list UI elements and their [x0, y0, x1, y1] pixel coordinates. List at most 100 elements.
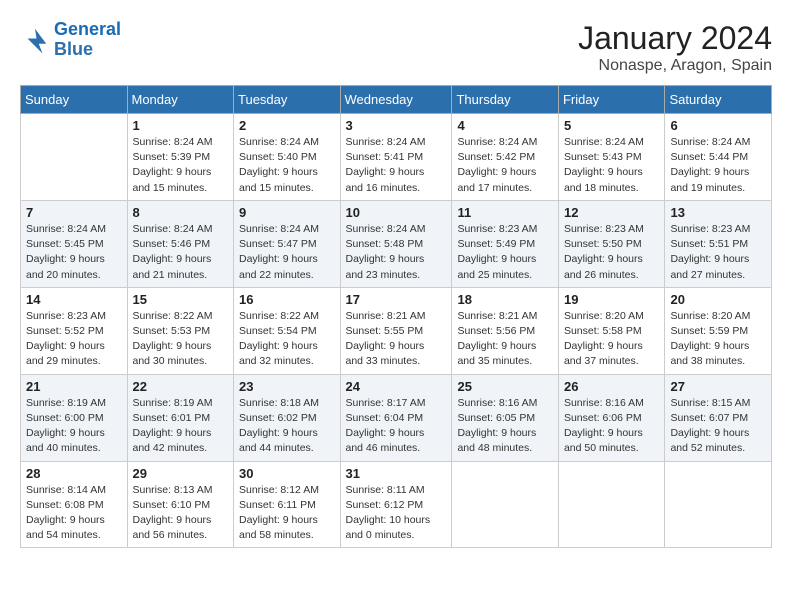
- calendar-cell-w4-d1: 29 Sunrise: 8:13 AMSunset: 6:10 PMDayligh…: [127, 461, 234, 548]
- day-detail: Sunrise: 8:15 AMSunset: 6:07 PMDaylight:…: [670, 396, 766, 457]
- calendar-cell-w3-d4: 25 Sunrise: 8:16 AMSunset: 6:05 PMDayligh…: [452, 374, 559, 461]
- logo: General Blue: [20, 20, 121, 60]
- calendar-cell-w4-d5: [558, 461, 665, 548]
- day-number: 16: [239, 292, 335, 307]
- calendar-cell-w0-d0: [21, 114, 128, 201]
- day-detail: Sunrise: 8:21 AMSunset: 5:56 PMDaylight:…: [457, 309, 553, 370]
- calendar-cell-w4-d6: [665, 461, 772, 548]
- day-number: 9: [239, 205, 335, 220]
- day-detail: Sunrise: 8:24 AMSunset: 5:40 PMDaylight:…: [239, 135, 335, 196]
- day-number: 14: [26, 292, 122, 307]
- calendar-cell-w2-d0: 14 Sunrise: 8:23 AMSunset: 5:52 PMDayligh…: [21, 287, 128, 374]
- calendar-week-3: 21Sunrise: 8:19 AMSunset: 6:00 PMDayligh…: [21, 374, 772, 461]
- logo-blue: Blue: [54, 39, 93, 59]
- calendar-cell-w2-d3: 17Sunrise: 8:21 AMSunset: 5:55 PMDayligh…: [340, 287, 452, 374]
- day-detail: Sunrise: 8:20 AMSunset: 5:59 PMDaylight:…: [670, 309, 766, 370]
- calendar-cell-w2-d1: 15 Sunrise: 8:22 AMSunset: 5:53 PMDayligh…: [127, 287, 234, 374]
- day-number: 31: [346, 466, 447, 481]
- day-detail: Sunrise: 8:18 AMSunset: 6:02 PMDaylight:…: [239, 396, 335, 457]
- col-monday: Monday: [127, 86, 234, 114]
- day-detail: Sunrise: 8:24 AMSunset: 5:43 PMDaylight:…: [564, 135, 660, 196]
- day-number: 6: [670, 118, 766, 133]
- title-block: January 2024 Nonaspe, Aragon, Spain: [578, 20, 772, 75]
- calendar-cell-w3-d3: 24Sunrise: 8:17 AMSunset: 6:04 PMDayligh…: [340, 374, 452, 461]
- day-detail: Sunrise: 8:24 AMSunset: 5:47 PMDaylight:…: [239, 222, 335, 283]
- day-detail: Sunrise: 8:11 AMSunset: 6:12 PMDaylight:…: [346, 483, 447, 544]
- day-number: 11: [457, 205, 553, 220]
- calendar-cell-w3-d2: 23 Sunrise: 8:18 AMSunset: 6:02 PMDayligh…: [234, 374, 341, 461]
- calendar-cell-w1-d5: 12Sunrise: 8:23 AMSunset: 5:50 PMDayligh…: [558, 200, 665, 287]
- col-tuesday: Tuesday: [234, 86, 341, 114]
- day-detail: Sunrise: 8:20 AMSunset: 5:58 PMDaylight:…: [564, 309, 660, 370]
- day-number: 19: [564, 292, 660, 307]
- day-detail: Sunrise: 8:23 AMSunset: 5:51 PMDaylight:…: [670, 222, 766, 283]
- logo-general: General: [54, 19, 121, 39]
- day-number: 2: [239, 118, 335, 133]
- calendar-cell-w3-d6: 27 Sunrise: 8:15 AMSunset: 6:07 PMDayligh…: [665, 374, 772, 461]
- day-detail: Sunrise: 8:24 AMSunset: 5:41 PMDaylight:…: [346, 135, 447, 196]
- day-number: 10: [346, 205, 447, 220]
- day-number: 29: [133, 466, 229, 481]
- calendar-cell-w2-d5: 19 Sunrise: 8:20 AMSunset: 5:58 PMDayligh…: [558, 287, 665, 374]
- logo-icon: [20, 25, 50, 55]
- logo-text: General Blue: [54, 20, 121, 60]
- calendar-week-2: 14 Sunrise: 8:23 AMSunset: 5:52 PMDayligh…: [21, 287, 772, 374]
- day-number: 27: [670, 379, 766, 394]
- day-number: 30: [239, 466, 335, 481]
- day-detail: Sunrise: 8:23 AMSunset: 5:52 PMDaylight:…: [26, 309, 122, 370]
- day-number: 8: [133, 205, 229, 220]
- col-sunday: Sunday: [21, 86, 128, 114]
- day-number: 23: [239, 379, 335, 394]
- page-header: General Blue January 2024 Nonaspe, Arago…: [20, 20, 772, 75]
- day-detail: Sunrise: 8:13 AMSunset: 6:10 PMDaylight:…: [133, 483, 229, 544]
- day-detail: Sunrise: 8:24 AMSunset: 5:42 PMDaylight:…: [457, 135, 553, 196]
- day-number: 5: [564, 118, 660, 133]
- day-number: 28: [26, 466, 122, 481]
- calendar-cell-w1-d4: 11 Sunrise: 8:23 AMSunset: 5:49 PMDayligh…: [452, 200, 559, 287]
- calendar-cell-w1-d0: 7Sunrise: 8:24 AMSunset: 5:45 PMDaylight…: [21, 200, 128, 287]
- day-detail: Sunrise: 8:24 AMSunset: 5:44 PMDaylight:…: [670, 135, 766, 196]
- calendar-cell-w4-d2: 30 Sunrise: 8:12 AMSunset: 6:11 PMDayligh…: [234, 461, 341, 548]
- calendar-cell-w3-d0: 21Sunrise: 8:19 AMSunset: 6:00 PMDayligh…: [21, 374, 128, 461]
- calendar-cell-w2-d2: 16 Sunrise: 8:22 AMSunset: 5:54 PMDayligh…: [234, 287, 341, 374]
- day-detail: Sunrise: 8:24 AMSunset: 5:39 PMDaylight:…: [133, 135, 229, 196]
- calendar-cell-w0-d4: 4 Sunrise: 8:24 AMSunset: 5:42 PMDaylight…: [452, 114, 559, 201]
- day-detail: Sunrise: 8:23 AMSunset: 5:49 PMDaylight:…: [457, 222, 553, 283]
- calendar-week-4: 28 Sunrise: 8:14 AMSunset: 6:08 PMDayligh…: [21, 461, 772, 548]
- day-number: 18: [457, 292, 553, 307]
- col-thursday: Thursday: [452, 86, 559, 114]
- day-detail: Sunrise: 8:19 AMSunset: 6:01 PMDaylight:…: [133, 396, 229, 457]
- calendar-week-0: 1Sunrise: 8:24 AMSunset: 5:39 PMDaylight…: [21, 114, 772, 201]
- calendar-cell-w0-d5: 5 Sunrise: 8:24 AMSunset: 5:43 PMDaylight…: [558, 114, 665, 201]
- day-detail: Sunrise: 8:24 AMSunset: 5:48 PMDaylight:…: [346, 222, 447, 283]
- day-detail: Sunrise: 8:24 AMSunset: 5:45 PMDaylight:…: [26, 222, 122, 283]
- calendar-header: Sunday Monday Tuesday Wednesday Thursday…: [21, 86, 772, 114]
- col-friday: Friday: [558, 86, 665, 114]
- day-number: 26: [564, 379, 660, 394]
- col-wednesday: Wednesday: [340, 86, 452, 114]
- day-detail: Sunrise: 8:14 AMSunset: 6:08 PMDaylight:…: [26, 483, 122, 544]
- calendar-cell-w3-d1: 22Sunrise: 8:19 AMSunset: 6:01 PMDayligh…: [127, 374, 234, 461]
- day-number: 25: [457, 379, 553, 394]
- calendar-cell-w4-d3: 31 Sunrise: 8:11 AMSunset: 6:12 PMDayligh…: [340, 461, 452, 548]
- day-detail: Sunrise: 8:16 AMSunset: 6:05 PMDaylight:…: [457, 396, 553, 457]
- day-detail: Sunrise: 8:22 AMSunset: 5:54 PMDaylight:…: [239, 309, 335, 370]
- day-number: 15: [133, 292, 229, 307]
- day-number: 3: [346, 118, 447, 133]
- day-number: 4: [457, 118, 553, 133]
- calendar-cell-w1-d6: 13 Sunrise: 8:23 AMSunset: 5:51 PMDayligh…: [665, 200, 772, 287]
- calendar-cell-w0-d2: 2 Sunrise: 8:24 AMSunset: 5:40 PMDaylight…: [234, 114, 341, 201]
- day-detail: Sunrise: 8:22 AMSunset: 5:53 PMDaylight:…: [133, 309, 229, 370]
- day-number: 13: [670, 205, 766, 220]
- calendar-table: Sunday Monday Tuesday Wednesday Thursday…: [20, 85, 772, 548]
- day-number: 21: [26, 379, 122, 394]
- calendar-week-1: 7Sunrise: 8:24 AMSunset: 5:45 PMDaylight…: [21, 200, 772, 287]
- calendar-cell-w4-d0: 28 Sunrise: 8:14 AMSunset: 6:08 PMDayligh…: [21, 461, 128, 548]
- day-number: 20: [670, 292, 766, 307]
- calendar-cell-w3-d5: 26Sunrise: 8:16 AMSunset: 6:06 PMDayligh…: [558, 374, 665, 461]
- day-number: 12: [564, 205, 660, 220]
- day-detail: Sunrise: 8:12 AMSunset: 6:11 PMDaylight:…: [239, 483, 335, 544]
- day-detail: Sunrise: 8:24 AMSunset: 5:46 PMDaylight:…: [133, 222, 229, 283]
- calendar-cell-w2-d4: 18 Sunrise: 8:21 AMSunset: 5:56 PMDayligh…: [452, 287, 559, 374]
- calendar-title: January 2024: [578, 20, 772, 57]
